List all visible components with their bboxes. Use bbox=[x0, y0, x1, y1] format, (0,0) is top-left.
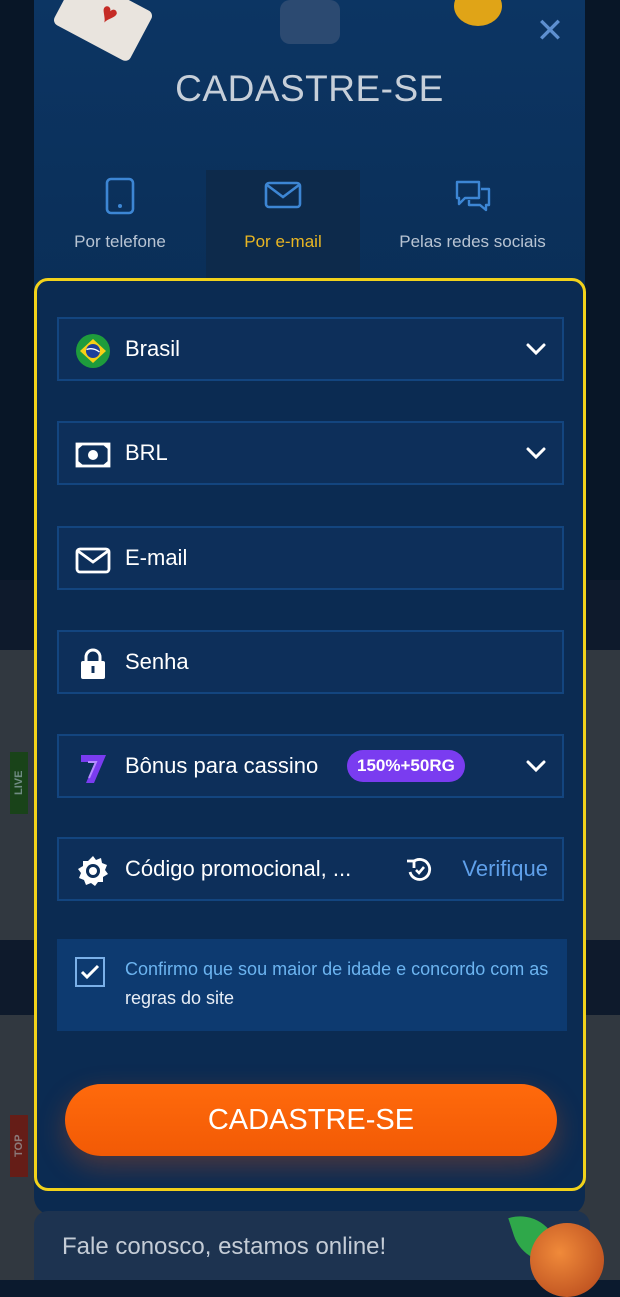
bonus-badge: 150%+50RG bbox=[347, 750, 465, 782]
password-placeholder: Senha bbox=[125, 649, 189, 674]
tab-email[interactable]: Por e-mail bbox=[206, 170, 360, 280]
brazil-flag-icon bbox=[76, 334, 110, 368]
tab-social[interactable]: Pelas redes sociais bbox=[380, 170, 565, 280]
mail-icon bbox=[75, 547, 111, 574]
checkmark-icon bbox=[80, 964, 100, 980]
dice-decoration bbox=[280, 0, 340, 44]
country-value: Brasil bbox=[125, 336, 181, 361]
chat-label: Fale conosco, estamos online! bbox=[62, 1233, 387, 1260]
mail-icon bbox=[264, 181, 302, 209]
phone-icon bbox=[105, 177, 135, 215]
terms-checkbox[interactable] bbox=[75, 957, 105, 987]
chevron-down-icon bbox=[526, 343, 546, 356]
tab-phone[interactable]: Por telefone bbox=[34, 170, 206, 280]
heart-icon: ♥ bbox=[94, 0, 124, 32]
verify-button[interactable]: Verifique bbox=[462, 839, 548, 899]
live-chat-bar[interactable]: Fale conosco, estamos online! bbox=[34, 1206, 604, 1297]
playing-card-decoration: ♥ bbox=[51, 0, 155, 63]
tab-label: Por telefone bbox=[74, 232, 166, 251]
coin-decoration bbox=[454, 0, 502, 26]
tab-label: Pelas redes sociais bbox=[399, 232, 546, 251]
currency-value: BRL bbox=[125, 440, 168, 465]
site-rules-link[interactable]: regras do site bbox=[125, 988, 234, 1008]
gear-icon bbox=[78, 856, 108, 886]
password-field[interactable]: Senha bbox=[57, 630, 564, 694]
lock-icon bbox=[81, 648, 105, 679]
modal-title: CADASTRE-SE bbox=[175, 68, 444, 109]
chevron-down-icon bbox=[526, 760, 546, 773]
consent-statement: Confirmo que sou maior de idade e concor… bbox=[125, 959, 549, 979]
email-placeholder: E-mail bbox=[125, 545, 188, 570]
registration-tabs: Por telefone Por e-mail Pelas redes soci… bbox=[34, 170, 585, 280]
promo-code-field[interactable]: Código promocional, ... Verifique bbox=[57, 837, 564, 901]
register-button[interactable]: CADASTRE-SE bbox=[65, 1084, 557, 1156]
consent-text: Confirmo que sou maior de idade e concor… bbox=[125, 955, 555, 1013]
bonus-select[interactable]: Bônus para cassino 150%+50RG bbox=[57, 734, 564, 798]
chevron-down-icon bbox=[526, 447, 546, 460]
seven-icon bbox=[81, 755, 106, 783]
email-field[interactable]: E-mail bbox=[57, 526, 564, 590]
terms-consent: Confirmo que sou maior de idade e concor… bbox=[57, 939, 567, 1031]
chat-bubbles-icon bbox=[455, 180, 490, 212]
tab-label: Por e-mail bbox=[244, 232, 322, 251]
promo-placeholder: Código promocional, ... bbox=[125, 856, 352, 881]
registration-form: Brasil BRL E-mail Senha Bônus para cassi… bbox=[34, 278, 586, 1191]
basketball-icon bbox=[530, 1223, 604, 1297]
bonus-label: Bônus para cassino bbox=[125, 753, 319, 778]
reset-icon[interactable] bbox=[404, 855, 434, 885]
close-icon[interactable]: ✕ bbox=[533, 14, 567, 48]
currency-select[interactable]: BRL bbox=[57, 421, 564, 485]
country-select[interactable]: Brasil bbox=[57, 317, 564, 381]
banknote-icon bbox=[75, 442, 111, 468]
